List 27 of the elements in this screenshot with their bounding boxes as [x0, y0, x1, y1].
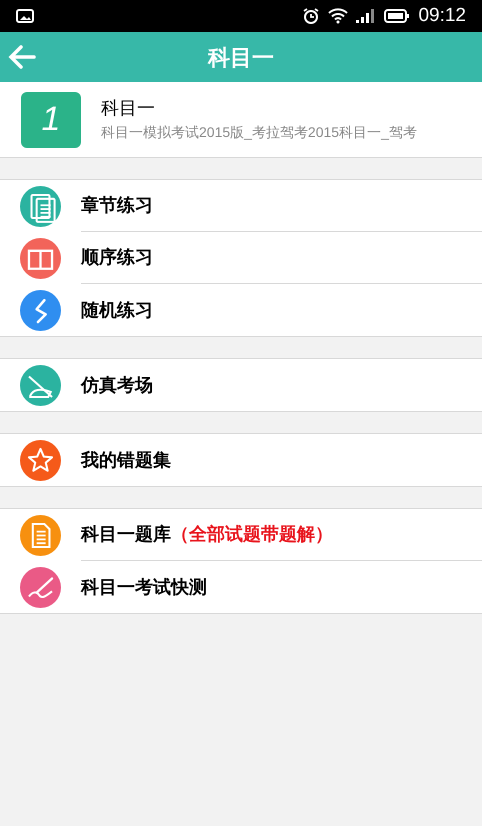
image-icon	[16, 9, 34, 23]
subject-subtitle: 科目一模拟考试2015版_考拉驾考2015科目一_驾考	[101, 122, 417, 142]
menu-item[interactable]: 科目一考试快测	[0, 561, 482, 613]
menu-item[interactable]: 顺序练习	[0, 232, 482, 284]
item-label: 随机练习	[81, 298, 153, 322]
item-label: 我的错题集	[81, 448, 171, 472]
header-title: 科目一	[208, 44, 274, 72]
subject-title: 科目一	[101, 96, 156, 120]
signal-icon	[356, 9, 376, 23]
item-label: 科目一题库	[81, 523, 171, 546]
menu-item[interactable]: 随机练习	[0, 284, 482, 336]
menu-item[interactable]: 科目一题库（全部试题带题解）	[0, 509, 482, 561]
back-icon[interactable]	[8, 44, 36, 70]
subject-card[interactable]: 1 科目一 科目一模拟考试2015版_考拉驾考2015科目一_驾考	[0, 82, 482, 158]
item-note: （全部试题带题解）	[171, 523, 333, 546]
battery-icon	[384, 9, 410, 23]
menu-item[interactable]: 章节练习	[0, 180, 482, 232]
alarm-icon	[302, 7, 320, 25]
menu-item[interactable]: 仿真考场	[0, 359, 482, 411]
item-label: 科目一考试快测	[81, 576, 207, 598]
item-label: 章节练习	[81, 194, 153, 217]
item-label: 顺序练习	[81, 246, 153, 269]
menu-item[interactable]: 我的错题集	[0, 434, 482, 486]
wifi-icon	[328, 8, 348, 24]
status-time: 09:12	[418, 4, 466, 28]
item-label: 仿真考场	[81, 374, 153, 396]
subject-badge: 1	[21, 92, 81, 148]
